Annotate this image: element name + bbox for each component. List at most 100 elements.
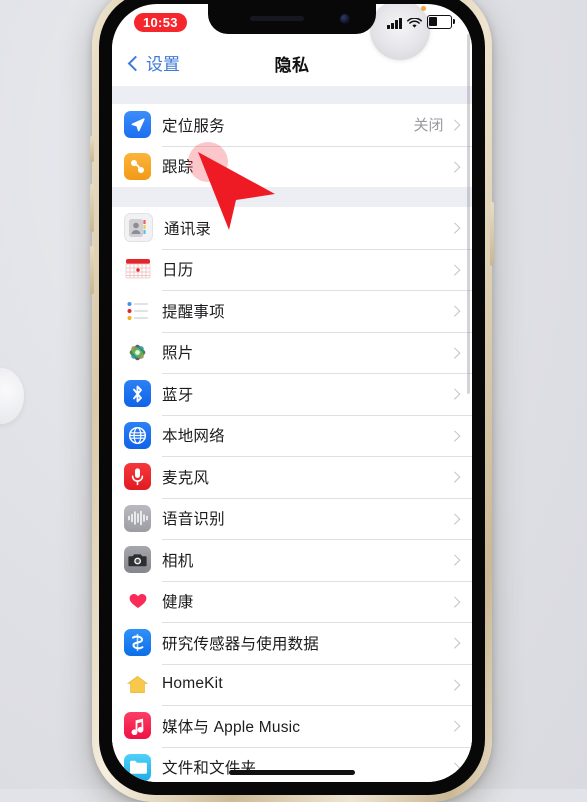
chevron-right-icon (448, 429, 460, 441)
row-separator (162, 580, 472, 582)
music-note-icon (124, 712, 151, 740)
row-label: 提醒事项 (162, 303, 225, 321)
status-bar: 10:53 (112, 4, 472, 40)
row-tracking[interactable]: 跟踪 (112, 145, 472, 188)
microphone-icon (124, 463, 151, 491)
heart-icon (124, 587, 151, 615)
research-icon (124, 629, 151, 657)
row-separator (162, 663, 472, 665)
row-microphone[interactable]: 麦克风 (112, 456, 472, 498)
row-separator (162, 373, 472, 374)
row-media-apple-music[interactable]: 媒体与 Apple Music (112, 705, 472, 747)
camera-icon (124, 546, 151, 574)
row-homekit[interactable]: HomeKit (112, 663, 472, 706)
row-bluetooth[interactable]: 蓝牙 (112, 373, 472, 415)
files-icon (124, 753, 151, 781)
calendar-icon (124, 255, 151, 283)
chevron-right-icon (448, 263, 460, 275)
row-separator (162, 456, 472, 457)
row-label: 蓝牙 (162, 386, 194, 404)
row-photos[interactable]: 照片 (112, 331, 472, 374)
row-separator (162, 539, 472, 540)
device-screen: 10:53 设置 隐私 定位服务 关闭 跟踪 通讯录 日历 提醒事项 照片 蓝牙… (112, 4, 472, 782)
row-speech-recognition[interactable]: 语音识别 (112, 497, 472, 540)
row-label: 媒体与 Apple Music (162, 718, 301, 736)
settings-list[interactable]: 定位服务 关闭 跟踪 通讯录 日历 提醒事项 照片 蓝牙 本地网络 麦克风 语音… (112, 86, 472, 782)
row-label: 照片 (162, 345, 194, 363)
row-calendar[interactable]: 日历 (112, 248, 472, 291)
row-separator (162, 622, 472, 623)
row-label: 本地网络 (162, 428, 225, 446)
location-indicator-dot (421, 6, 426, 11)
row-reminders[interactable]: 提醒事项 (112, 290, 472, 332)
row-label: 通讯录 (164, 220, 212, 238)
home-icon (124, 670, 151, 698)
location-arrow-icon (124, 111, 151, 139)
volume-down-button[interactable] (90, 246, 94, 294)
globe-icon (124, 421, 151, 449)
chevron-right-icon (448, 595, 460, 607)
row-separator (162, 290, 472, 291)
chevron-right-icon (448, 761, 460, 773)
row-separator (162, 414, 472, 416)
page-title: 隐私 (274, 56, 310, 75)
row-separator (162, 145, 472, 147)
location-section: 定位服务 关闭 跟踪 (112, 104, 472, 187)
row-camera[interactable]: 相机 (112, 539, 472, 581)
recording-time-badge[interactable]: 10:53 (134, 13, 187, 32)
wifi-icon (407, 17, 422, 29)
chevron-right-icon (448, 720, 460, 732)
row-local-network[interactable]: 本地网络 (112, 414, 472, 457)
chevron-right-icon (448, 512, 460, 524)
chevron-right-icon (448, 160, 460, 172)
chevron-right-icon (448, 346, 460, 358)
chevron-right-icon (448, 554, 460, 566)
row-label: 跟踪 (162, 159, 194, 177)
home-indicator[interactable] (229, 770, 355, 775)
mute-switch[interactable] (90, 136, 94, 162)
bluetooth-icon (124, 380, 151, 408)
row-separator (162, 331, 472, 333)
row-separator (162, 497, 472, 499)
row-label: 语音识别 (162, 511, 225, 529)
contacts-icon (124, 213, 153, 243)
row-label: 定位服务 (162, 117, 225, 135)
row-label: HomeKit (162, 675, 223, 693)
row-separator (162, 248, 472, 250)
iphone-device: 10:53 设置 隐私 定位服务 关闭 跟踪 通讯录 日历 提醒事项 照片 蓝牙… (90, 0, 494, 802)
chevron-right-icon (448, 678, 460, 690)
tracking-icon (124, 152, 151, 180)
row-contacts[interactable]: 通讯录 (112, 207, 472, 249)
row-label: 相机 (162, 552, 194, 570)
waveform-icon (124, 504, 151, 532)
row-label: 麦克风 (162, 469, 210, 487)
row-label: 研究传感器与使用数据 (162, 635, 320, 653)
row-label: 日历 (162, 262, 194, 280)
cellular-signal-icon (387, 17, 402, 29)
reminders-icon (124, 297, 151, 325)
chevron-right-icon (448, 637, 460, 649)
row-separator (162, 705, 472, 706)
chevron-right-icon (448, 305, 460, 317)
battery-icon (427, 15, 455, 29)
vertical-scrollbar[interactable] (467, 34, 470, 394)
volume-up-button[interactable] (90, 184, 94, 232)
device-bezel: 10:53 设置 隐私 定位服务 关闭 跟踪 通讯录 日历 提醒事项 照片 蓝牙… (99, 0, 485, 795)
row-location-services[interactable]: 定位服务 关闭 (112, 104, 472, 146)
status-bar-icons (387, 15, 455, 29)
chevron-right-icon (448, 471, 460, 483)
chevron-right-icon (448, 119, 460, 131)
chevron-right-icon (448, 388, 460, 400)
row-research-sensor[interactable]: 研究传感器与使用数据 (112, 622, 472, 664)
chevron-right-icon (448, 222, 460, 234)
row-separator (162, 746, 472, 748)
power-button[interactable] (490, 202, 494, 266)
app-permissions-section: 通讯录 日历 提醒事项 照片 蓝牙 本地网络 麦克风 语音识别 相机 健康 研究… (112, 207, 472, 782)
row-files-folders[interactable]: 文件和文件夹 (112, 746, 472, 783)
photos-icon (124, 338, 151, 366)
row-label: 健康 (162, 594, 194, 612)
row-value: 关闭 (413, 117, 444, 135)
row-health[interactable]: 健康 (112, 580, 472, 623)
